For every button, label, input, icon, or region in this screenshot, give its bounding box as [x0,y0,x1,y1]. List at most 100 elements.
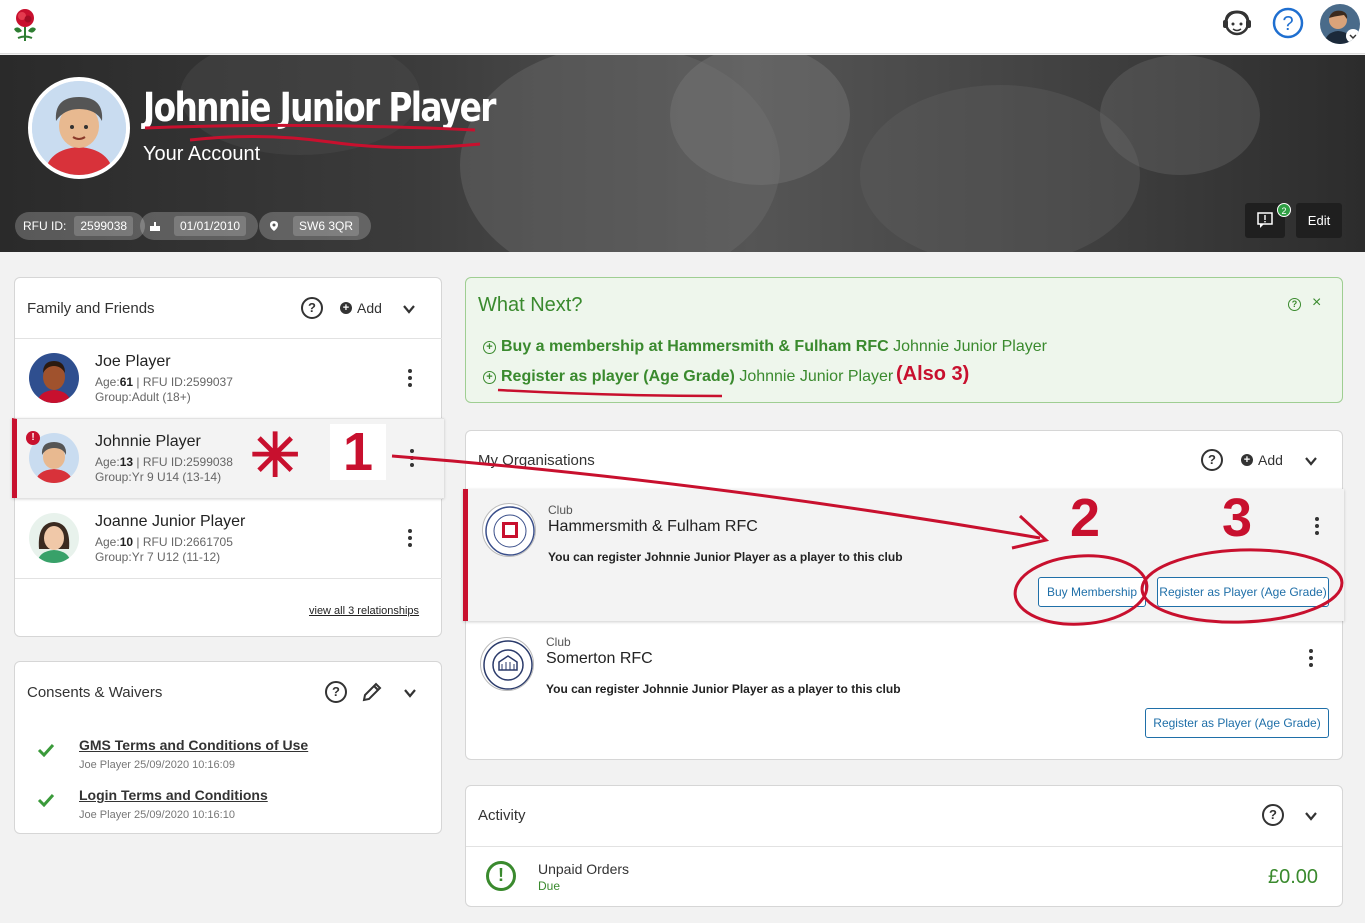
member-age-rfu: Age:10 | RFU ID:2661705 [95,535,233,549]
more-options-icon[interactable] [409,449,415,469]
check-icon [37,793,55,807]
profile-name: Johnnie Junior Player [143,85,496,131]
user-avatar[interactable] [1320,4,1360,44]
divider [15,578,442,579]
family-add-button[interactable]: + Add [340,300,382,316]
member-avatar [29,353,79,403]
unpaid-orders-amount: £0.00 [1268,866,1319,888]
annotation-star: ✳ [250,422,301,489]
family-member-row[interactable]: Joanne Junior Player Age:10 | RFU ID:266… [15,498,442,578]
org-name: Somerton RFC [546,650,653,667]
org-description: You can register Johnnie Junior Player a… [548,550,903,564]
rose-logo[interactable] [8,5,42,43]
exclamation-circle-icon: ! [486,861,516,891]
divider [466,846,1342,847]
plus-icon: + [340,302,352,314]
family-member-row[interactable]: Joe Player Age:61 | RFU ID:2599037 Group… [15,338,442,418]
dob-value: 01/01/2010 [174,216,247,236]
buy-membership-button[interactable]: Buy Membership [1038,577,1146,607]
unpaid-orders-status: Due [538,879,561,893]
member-age-rfu: Age:61 | RFU ID:2599037 [95,375,233,389]
club-logo [480,637,534,691]
location-pin-icon [265,217,283,235]
consents-help-icon[interactable]: ? [325,681,347,703]
activity-card: Activity ? ! Unpaid Orders Due £0.00 [465,785,1343,907]
rfu-id-chip: RFU ID: 2599038 [15,212,146,240]
support-icon[interactable] [1220,6,1254,40]
what-next-item-register-player[interactable]: + Register as player (Age Grade) Johnnie … [483,368,893,386]
what-next-title: What Next? [478,294,583,316]
member-group: Group:Yr 7 U12 (11-12) [95,550,221,564]
family-friends-title: Family and Friends [27,300,155,317]
organisations-add-label: Add [1258,452,1283,468]
what-next-help-icon[interactable]: ? [1288,298,1301,311]
svg-text:?: ? [1282,13,1293,35]
org-name: Hammersmith & Fulham RFC [548,518,758,535]
cake-icon [146,217,164,235]
club-logo [482,503,536,557]
register-player-button[interactable]: Register as Player (Age Grade) [1157,577,1329,607]
activity-help-icon[interactable]: ? [1262,804,1284,826]
alert-badge: ! [26,431,40,445]
org-type: Club [546,635,571,649]
pencil-icon[interactable] [361,681,383,703]
check-icon [37,743,55,757]
more-options-icon[interactable] [1314,517,1320,537]
member-group: Group:Yr 9 U14 (13-14) [95,470,222,484]
close-icon[interactable]: × [1312,294,1321,312]
consent-title-link[interactable]: GMS Terms and Conditions of Use [79,737,308,753]
chevron-down-icon[interactable] [402,302,416,316]
consents-title: Consents & Waivers [27,684,163,701]
member-age-rfu: Age:13 | RFU ID:2599038 [95,455,233,469]
organisations-title: My Organisations [478,452,595,469]
more-options-icon[interactable] [1308,649,1314,669]
organisations-add-button[interactable]: + Add [1241,452,1283,468]
profile-avatar[interactable] [28,77,130,179]
org-description: You can register Johnnie Junior Player a… [546,682,901,696]
consent-meta: Joe Player 25/09/2020 10:16:10 [79,809,235,821]
plus-circle-icon: + [483,341,496,354]
organisations-help-icon[interactable]: ? [1201,449,1223,471]
consents-card: Consents & Waivers ? GMS Terms and Condi… [14,661,442,834]
member-name: Joe Player [95,353,171,370]
family-add-label: Add [357,300,382,316]
member-name: Johnnie Player [95,433,201,450]
help-icon[interactable]: ? [1271,6,1305,40]
dob-chip: 01/01/2010 [140,212,259,240]
plus-icon: + [1241,454,1253,466]
register-player-button[interactable]: Register as Player (Age Grade) [1145,708,1329,738]
consent-meta: Joe Player 25/09/2020 10:16:09 [79,759,235,771]
more-options-icon[interactable] [407,529,413,549]
chevron-down-icon[interactable] [1304,454,1318,468]
edit-profile-button[interactable]: Edit [1296,203,1342,238]
annotation-also-three: (Also 3) [896,363,970,385]
rfu-id-label: RFU ID: [23,219,67,233]
member-name: Joanne Junior Player [95,513,246,530]
what-next-item-buy-membership[interactable]: + Buy a membership at Hammersmith & Fulha… [483,338,1047,356]
annotation-three: 3 [1222,488,1253,548]
view-all-relationships-link[interactable]: view all 3 relationships [309,605,419,617]
annotation-two: 2 [1070,488,1101,548]
consent-title-link[interactable]: Login Terms and Conditions [79,787,268,803]
plus-circle-icon: + [483,371,496,384]
organisation-row-selected[interactable]: Club Hammersmith & Fulham RFC You can re… [463,489,1344,621]
chevron-down-icon[interactable] [403,686,417,700]
org-type: Club [548,503,573,517]
organisations-card: My Organisations ? + Add Club Hammersmit… [463,430,1344,760]
organisation-row[interactable]: Club Somerton RFC You can register Johnn… [466,621,1344,749]
profile-hero: Johnnie Junior Player Your Account RFU I… [0,55,1365,252]
more-options-icon[interactable] [407,369,413,389]
profile-subtitle: Your Account [143,143,261,165]
activity-title: Activity [478,807,526,824]
unpaid-orders-title: Unpaid Orders [538,861,630,877]
message-count-badge: 2 [1277,203,1291,217]
rfu-id-value: 2599038 [74,216,134,236]
postcode-chip: SW6 3QR [259,212,372,240]
member-avatar [29,513,79,563]
member-group: Group:Adult (18+) [95,390,191,404]
family-help-icon[interactable]: ? [301,297,323,319]
postcode-value: SW6 3QR [293,216,360,236]
chevron-down-icon[interactable] [1304,809,1318,823]
annotation-one: 1 [330,424,386,480]
top-navbar: ? [0,0,1365,54]
